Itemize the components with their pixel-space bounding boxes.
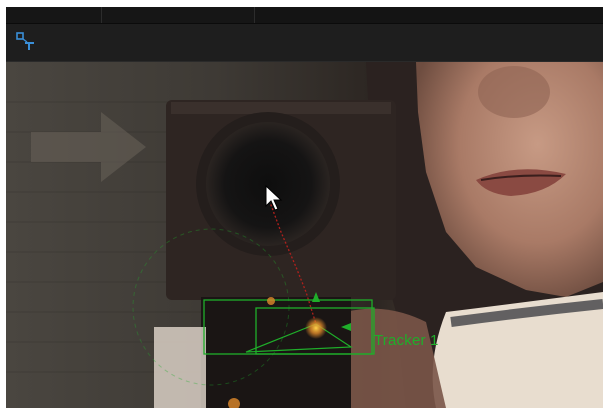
tracker-tool-button[interactable] <box>14 30 38 54</box>
camera-grip <box>201 297 351 408</box>
camera-lens <box>206 122 330 246</box>
tracked-feature-point <box>305 317 327 339</box>
tracker-label[interactable]: Tracker 1 <box>374 332 439 349</box>
video-frame <box>6 62 603 408</box>
sleeve <box>154 327 206 408</box>
tab-strip <box>6 7 603 24</box>
tab[interactable] <box>6 7 102 23</box>
tracker-tool-icon <box>16 32 34 50</box>
nose <box>478 66 550 118</box>
video-viewer[interactable]: Tracker 1 <box>6 62 603 408</box>
tab[interactable] <box>102 7 255 23</box>
viewer-toolbar <box>6 24 603 62</box>
viewer-window: Tracker 1 <box>6 7 603 408</box>
